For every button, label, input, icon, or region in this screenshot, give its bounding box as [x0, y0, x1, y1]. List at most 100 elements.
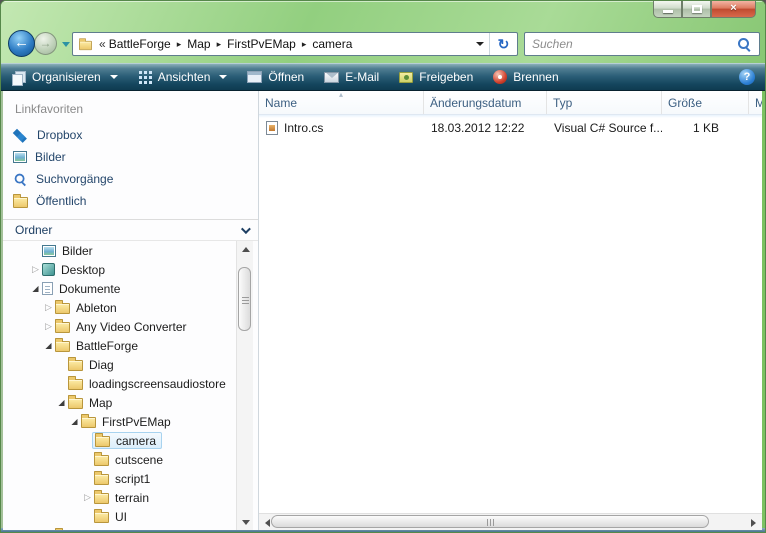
folder-icon [13, 193, 28, 208]
expander-collapsed-icon[interactable]: ▷ [81, 492, 94, 503]
organize-label: Organisieren [32, 70, 101, 84]
address-bar[interactable]: « BattleForge ▸ Map ▸ FirstPvEMap ▸ came… [72, 32, 518, 56]
file-row-intro-cs[interactable]: Intro.cs 18.03.2012 12:22 Visual C# Sour… [259, 118, 762, 138]
tree-scrollbar-thumb[interactable] [238, 267, 251, 331]
tree-item-script1[interactable]: script1 [3, 469, 258, 488]
tree-item-ui[interactable]: UI [3, 507, 258, 526]
close-button[interactable]: × [711, 1, 756, 18]
tree-item-label: Any Video Converter [76, 319, 187, 334]
column-header-size[interactable]: Größe [662, 91, 749, 114]
back-button[interactable]: ← [8, 30, 35, 57]
tree-item-label: camera [116, 433, 157, 448]
title-glass-area: × ← → « BattleForge ▸ Map ▸ FirstPvEMap … [1, 1, 765, 63]
tree-item-diag[interactable]: Diag [3, 355, 258, 374]
expander-collapsed-icon[interactable]: ▷ [42, 302, 55, 313]
minimize-button[interactable] [653, 1, 682, 18]
chevron-down-icon[interactable] [240, 223, 251, 234]
folders-header[interactable]: Ordner [3, 219, 258, 241]
column-label: Änderungsdatum [430, 96, 522, 110]
folder-icon [81, 414, 96, 428]
breadcrumb-separator-icon[interactable]: ▸ [211, 39, 228, 50]
help-button[interactable]: ? [739, 69, 755, 85]
tree-item-camera-selected[interactable]: camera [3, 431, 258, 450]
tree-item-label: Diag [89, 357, 114, 372]
favorite-bilder[interactable]: Bilder [3, 146, 258, 168]
selected-item-highlight[interactable]: camera [92, 432, 163, 449]
breadcrumb-separator-icon[interactable]: ▸ [296, 39, 313, 50]
scroll-right-button[interactable] [745, 514, 762, 530]
favorite-suchvorgaenge[interactable]: Suchvorgänge [3, 168, 258, 190]
address-folder-icon [79, 37, 92, 50]
expander-expanded-icon[interactable]: ◢ [68, 417, 81, 426]
folder-icon [94, 452, 109, 466]
open-button[interactable]: Öffnen [247, 70, 304, 84]
chevron-down-icon [476, 42, 484, 46]
expander-collapsed-icon[interactable]: ▷ [29, 264, 42, 275]
breadcrumb-camera[interactable]: camera [312, 37, 352, 51]
tree-item-label: Desktop [61, 262, 106, 277]
share-button[interactable]: Freigeben [399, 70, 473, 84]
folder-icon [68, 357, 83, 371]
favorite-label: Bilder [35, 150, 66, 164]
tree-item-any-video-converter[interactable]: ▷ Any Video Converter [3, 317, 258, 336]
open-label: Öffnen [268, 70, 305, 84]
horizontal-scrollbar-thumb[interactable] [271, 515, 709, 528]
tree-item-battleforge[interactable]: ◢ BattleForge [3, 336, 258, 355]
maximize-button[interactable] [682, 1, 711, 18]
column-header-modified[interactable]: Änderungsdatum [424, 91, 547, 114]
tree-item-map[interactable]: ◢ Map [3, 393, 258, 412]
burn-button[interactable]: Brennen [493, 70, 559, 84]
tree-item-desktop[interactable]: ▷ Desktop [3, 260, 258, 279]
forward-button[interactable]: → [34, 32, 57, 55]
search-input[interactable]: Suchen [524, 32, 760, 56]
tree-item-label: Dokumente [59, 281, 121, 296]
expander-expanded-icon[interactable]: ◢ [29, 284, 42, 293]
column-header-ma[interactable]: Ma [749, 91, 762, 114]
recent-pages-dropdown-icon[interactable] [62, 42, 70, 47]
expander-collapsed-icon[interactable]: ▷ [42, 321, 55, 332]
tree-item-label: Ableton [76, 300, 117, 315]
back-arrow-icon: ← [14, 34, 29, 51]
horizontal-scrollbar[interactable] [259, 513, 762, 530]
folder-icon [55, 300, 70, 314]
tree-item-partial[interactable] [3, 526, 258, 530]
tree-item-firstpvemap[interactable]: ◢ FirstPvEMap [3, 412, 258, 431]
column-header-type[interactable]: Typ [547, 91, 662, 114]
tree-item-ableton[interactable]: ▷ Ableton [3, 298, 258, 317]
tree-item-dokumente[interactable]: ◢ Dokumente [3, 279, 258, 298]
breadcrumb-firstpvemap[interactable]: FirstPvEMap [227, 37, 296, 51]
tree-item-bilder[interactable]: Bilder [3, 241, 258, 260]
refresh-button[interactable]: ↻ [489, 33, 517, 55]
folder-icon [94, 509, 109, 523]
column-label: Name [265, 96, 298, 110]
picture-icon [13, 151, 27, 163]
file-list-pane: ▴ Name Änderungsdatum Typ Größe Ma Intro… [259, 91, 762, 530]
tree-item-loadingscreensaudiostore[interactable]: loadingscreensaudiostore [3, 374, 258, 393]
scroll-down-button[interactable] [237, 514, 254, 530]
scroll-up-button[interactable] [237, 241, 254, 257]
tree-item-label: loadingscreensaudiostore [89, 376, 226, 391]
tree-item-cutscene[interactable]: cutscene [3, 450, 258, 469]
breadcrumb-battleforge[interactable]: BattleForge [109, 37, 171, 51]
email-button[interactable]: E-Mail [324, 70, 379, 84]
favorite-dropbox[interactable]: Dropbox [3, 124, 258, 146]
burn-label: Brennen [513, 70, 559, 84]
breadcrumb-separator-icon[interactable]: ▸ [171, 39, 188, 50]
expander-expanded-icon[interactable]: ◢ [42, 341, 55, 350]
arrow-right-icon [751, 518, 756, 527]
column-header-name[interactable]: ▴ Name [259, 91, 424, 114]
breadcrumb-map[interactable]: Map [187, 37, 210, 51]
address-history-dropdown[interactable] [471, 33, 489, 55]
burn-icon [493, 70, 508, 84]
organize-button[interactable]: Organisieren [11, 70, 118, 86]
tree-scrollbar[interactable] [236, 241, 253, 530]
favorite-oeffentlich[interactable]: Öffentlich [3, 190, 258, 212]
window-frame-right [762, 91, 765, 530]
file-type: Visual C# Source f... [554, 121, 662, 135]
views-button[interactable]: Ansichten [138, 70, 228, 84]
tree-item-label: script1 [115, 471, 151, 486]
breadcrumb-overflow[interactable]: « [93, 37, 109, 51]
tree-item-label: cutscene [115, 452, 164, 467]
expander-expanded-icon[interactable]: ◢ [55, 398, 68, 407]
tree-item-terrain[interactable]: ▷ terrain [3, 488, 258, 507]
